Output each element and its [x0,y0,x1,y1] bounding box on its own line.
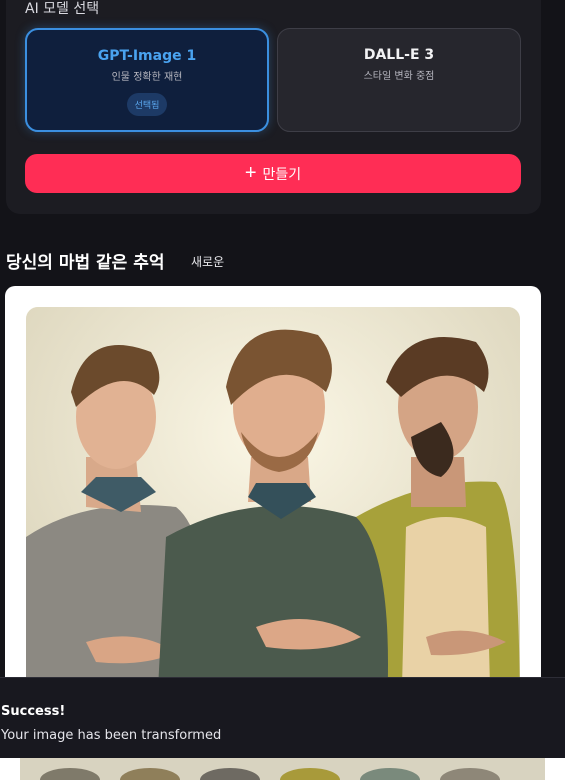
model-card-dalle[interactable]: DALL-E 3 스타일 변화 중점 [277,28,521,132]
result-image[interactable] [26,307,520,706]
model-name: GPT-Image 1 [97,48,197,64]
model-section-label: AI 모델 선택 [25,1,100,17]
toast-message: Your image has been transformed [1,728,222,743]
toast-title: Success! [1,704,66,719]
model-description: 스타일 변화 중점 [363,71,435,82]
new-tab[interactable]: 새로운 [191,253,224,270]
create-button-label: 만들기 [262,165,302,182]
model-name: DALL-E 3 [363,47,435,63]
model-card-gpt-image[interactable]: GPT-Image 1 인물 정확한 재현 선택됨 [25,28,269,132]
model-description: 인물 정확한 재현 [111,72,183,83]
create-button[interactable]: + 만들기 [25,154,521,193]
gallery-title: 당신의 마법 같은 추억 [6,253,165,273]
result-image-card [5,286,541,706]
success-toast: Success! Your image has been transformed [0,677,565,758]
selected-badge: 선택됨 [126,93,168,116]
plus-icon: + [244,161,257,184]
portrait-illustration [26,307,520,706]
